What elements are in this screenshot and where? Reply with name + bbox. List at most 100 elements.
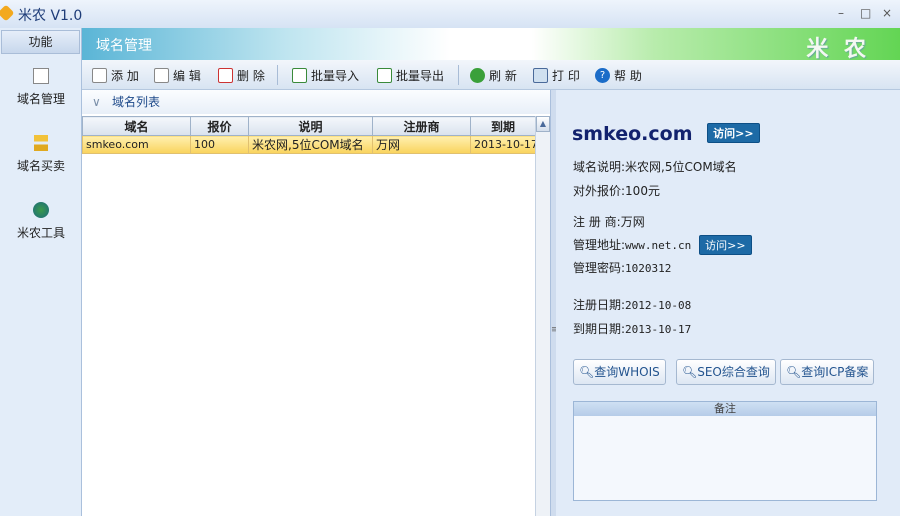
- value: 1020312: [625, 262, 672, 275]
- print-button[interactable]: 打 印: [533, 67, 580, 84]
- column-header-expiry[interactable]: 到期: [470, 116, 536, 136]
- visit-domain-button[interactable]: 访问>>: [707, 123, 760, 143]
- help-icon: ?: [595, 68, 610, 83]
- sidebar-item-label: 域名管理: [16, 92, 65, 106]
- scroll-up-icon[interactable]: ▲: [536, 116, 550, 132]
- app-icon: [0, 4, 15, 22]
- sidebar-header: 功能: [1, 30, 80, 54]
- label: 域名说明:: [573, 160, 626, 174]
- detail-reg-date: 注册日期:2012-10-08: [573, 296, 691, 313]
- delete-icon: [218, 68, 233, 83]
- sidebar-item-domain-trade[interactable]: 域名买卖: [0, 135, 82, 174]
- window-title: 米农 V1.0: [18, 8, 83, 24]
- signpost-icon: [34, 135, 48, 151]
- printer-icon: [533, 68, 548, 83]
- column-header-desc[interactable]: 说明: [248, 116, 373, 136]
- section-title: 域名管理: [96, 38, 152, 54]
- detail-mgmt-url: 管理地址:www.net.cn 访问>>: [573, 235, 752, 255]
- label: 对外报价:: [573, 184, 626, 198]
- table-header-row: 域名 报价 说明 注册商 到期: [82, 116, 536, 136]
- close-button[interactable]: ×: [882, 6, 892, 20]
- detail-mgmt-password: 管理密码:1020312: [573, 259, 671, 276]
- cell-domain: smkeo.com: [82, 135, 191, 154]
- search-icon: 🔍︎: [579, 365, 595, 379]
- notes-title: 备注: [574, 402, 876, 416]
- notes-box[interactable]: 备注: [573, 401, 877, 501]
- detail-desc: 域名说明:米农网,5位COM域名: [573, 158, 737, 175]
- domain-list-panel: ∨ 域名列表 域名 报价 说明 注册商 到期 smkeo.com 100 米农网,…: [82, 90, 550, 516]
- brand-logo: 米 农: [806, 37, 870, 62]
- sidebar-item-domain-management[interactable]: 域名管理: [0, 68, 82, 107]
- notepad-icon: [33, 68, 49, 84]
- column-header-registrar[interactable]: 注册商: [372, 116, 471, 136]
- domain-table: 域名 报价 说明 注册商 到期 smkeo.com 100 米农网,5位COM域…: [82, 116, 536, 154]
- column-header-domain[interactable]: 域名: [82, 116, 191, 136]
- search-icon: 🔍︎: [786, 365, 802, 379]
- maximize-button[interactable]: □: [860, 6, 871, 20]
- delete-label: 删 除: [237, 69, 265, 83]
- label: SEO综合查询: [697, 365, 770, 379]
- domain-list-header[interactable]: ∨ 域名列表: [82, 90, 550, 114]
- refresh-icon: [470, 68, 485, 83]
- label: 查询WHOIS: [594, 365, 660, 379]
- value: 万网: [620, 215, 645, 229]
- sidebar: 功能 域名管理 域名买卖 米农工具: [0, 28, 82, 516]
- edit-icon: [154, 68, 169, 83]
- chevron-down-icon: ∨: [92, 95, 101, 109]
- domain-list-title: 域名列表: [112, 95, 161, 109]
- label: 查询ICP备案: [801, 365, 869, 379]
- cell-desc: 米农网,5位COM域名: [248, 135, 373, 154]
- visit-mgmt-button[interactable]: 访问>>: [699, 235, 752, 255]
- toolbar-divider: [277, 65, 278, 85]
- import-label: 批量导入: [311, 69, 360, 83]
- detail-domain-name: smkeo.com: [572, 123, 693, 145]
- add-label: 添 加: [111, 69, 139, 83]
- batch-import-button[interactable]: 批量导入: [292, 67, 359, 84]
- edit-button[interactable]: 编 辑: [154, 67, 201, 84]
- add-button[interactable]: 添 加: [92, 67, 139, 84]
- delete-button[interactable]: 删 除: [218, 67, 265, 84]
- detail-price: 对外报价:100元: [573, 182, 660, 199]
- sidebar-item-label: 域名买卖: [16, 159, 65, 173]
- column-header-price[interactable]: 报价: [190, 116, 249, 136]
- label: 管理密码:: [573, 261, 626, 275]
- whois-query-button[interactable]: 🔍︎查询WHOIS: [573, 359, 666, 385]
- sidebar-item-label: 米农工具: [16, 226, 65, 240]
- label: 注 册 商:: [573, 215, 621, 229]
- label: 管理地址:: [573, 238, 626, 252]
- globe-tool-icon: [33, 202, 49, 218]
- export-icon: [377, 68, 392, 83]
- value: www.net.cn: [625, 239, 692, 252]
- value: 2013-10-17: [625, 323, 692, 336]
- cell-expiry: 2013-10-17: [470, 135, 536, 154]
- import-icon: [292, 68, 307, 83]
- table-row[interactable]: smkeo.com 100 米农网,5位COM域名 万网 2013-10-17: [82, 135, 536, 154]
- section-banner: 域名管理 米 农: [82, 28, 900, 62]
- toolbar: 添 加 编 辑 删 除 批量导入 批量导出 刷 新 打 印 ? 帮 助: [82, 60, 900, 90]
- help-label: 帮 助: [614, 69, 642, 83]
- value: 100元: [625, 184, 660, 198]
- detail-domain: smkeo.com 访问>>: [572, 123, 760, 145]
- cell-registrar: 万网: [372, 135, 471, 154]
- detail-registrar: 注 册 商:万网: [573, 213, 645, 230]
- edit-label: 编 辑: [173, 69, 201, 83]
- domain-detail-panel: smkeo.com 访问>> 域名说明:米农网,5位COM域名 对外报价:100…: [556, 90, 900, 516]
- help-button[interactable]: ? 帮 助: [595, 67, 642, 84]
- label: 到期日期:: [573, 322, 626, 336]
- refresh-label: 刷 新: [489, 69, 517, 83]
- seo-query-button[interactable]: 🔍︎SEO综合查询: [676, 359, 776, 385]
- toolbar-divider: [458, 65, 459, 85]
- add-icon: [92, 68, 107, 83]
- icp-query-button[interactable]: 🔍︎查询ICP备案: [780, 359, 875, 385]
- batch-export-button[interactable]: 批量导出: [377, 67, 444, 84]
- vertical-scrollbar[interactable]: ▲: [535, 116, 550, 516]
- title-bar: 米农 V1.0 – □ ×: [0, 0, 900, 28]
- minimize-button[interactable]: –: [838, 6, 844, 20]
- refresh-button[interactable]: 刷 新: [470, 67, 517, 84]
- cell-price: 100: [190, 135, 249, 154]
- detail-exp-date: 到期日期:2013-10-17: [573, 320, 691, 337]
- export-label: 批量导出: [396, 69, 445, 83]
- value: 米农网,5位COM域名: [625, 160, 737, 174]
- sidebar-item-tools[interactable]: 米农工具: [0, 202, 82, 241]
- search-icon: 🔍︎: [682, 365, 698, 379]
